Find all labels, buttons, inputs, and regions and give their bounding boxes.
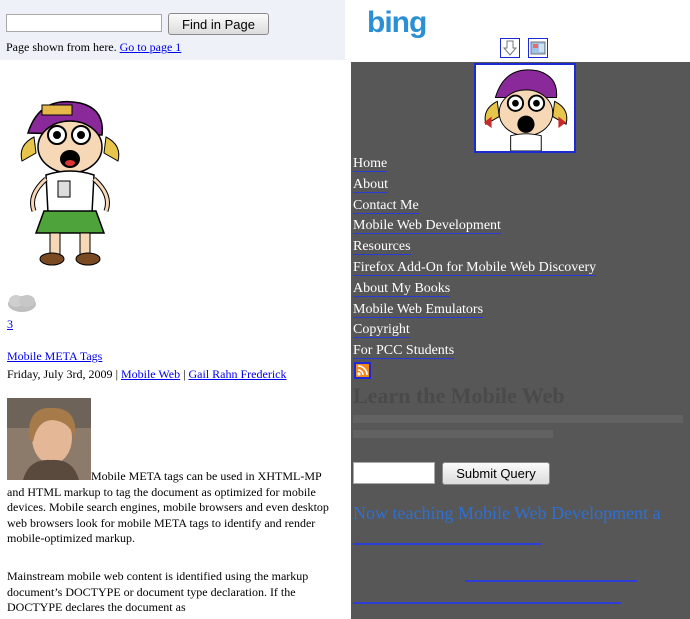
find-bar: Find in Page Page shown from here. Go to…: [0, 0, 345, 60]
meta-separator: |: [183, 367, 186, 381]
post-link-underline[interactable]: [353, 543, 541, 545]
search-input[interactable]: [353, 462, 435, 484]
meta-separator: |: [115, 367, 118, 381]
cartoon-girl-thumbnail: [474, 63, 576, 153]
nav-about[interactable]: About: [353, 176, 388, 193]
page-shown-label: Page shown from here.: [6, 40, 117, 54]
nav-home[interactable]: Home: [353, 156, 388, 172]
find-in-page-button[interactable]: Find in Page: [168, 13, 269, 35]
category-link[interactable]: Mobile Web: [121, 367, 180, 381]
nav-about-my-books[interactable]: About My Books: [353, 280, 451, 297]
nav-for-pcc-students[interactable]: For PCC Students: [353, 343, 455, 360]
comment-count-link[interactable]: 3: [7, 317, 13, 332]
tagline-line: [353, 430, 553, 438]
post-meta: Friday, July 3rd, 2009 | Mobile Web | Ga…: [7, 367, 286, 382]
submit-query-button[interactable]: Submit Query: [442, 462, 550, 485]
nav-firefox-add-on[interactable]: Firefox Add-On for Mobile Web Discovery: [353, 259, 597, 276]
post-date: Friday, July 3rd, 2009: [7, 367, 113, 381]
author-photo: [7, 398, 91, 480]
layout-toggle-icon[interactable]: [528, 38, 548, 58]
bing-logo: bing: [367, 6, 427, 39]
nav-contact-me[interactable]: Contact Me: [353, 197, 419, 214]
author-link[interactable]: Gail Rahn Frederick: [189, 367, 287, 381]
site-heading: Learn the Mobile Web: [353, 383, 565, 408]
nav-mobile-web-emulators[interactable]: Mobile Web Emulators: [353, 301, 484, 318]
tagline-line: [353, 415, 683, 423]
page-shown-text: Page shown from here. Go to page 1: [6, 40, 181, 55]
nav-mobile-web-development[interactable]: Mobile Web Development: [353, 218, 501, 235]
post-title-link[interactable]: Mobile META Tags: [7, 349, 102, 364]
main-nav: Home About Contact Me Mobile Web Develop…: [353, 155, 597, 363]
find-input[interactable]: [6, 14, 162, 32]
download-arrow-icon[interactable]: [500, 38, 520, 58]
nav-resources[interactable]: Resources: [353, 239, 411, 256]
nav-copyright[interactable]: Copyright: [353, 322, 410, 339]
post-paragraph-2: Mainstream mobile web content is identif…: [7, 569, 309, 614]
go-to-page-link[interactable]: Go to page 1: [120, 40, 182, 54]
post-paragraph-1: Mobile META tags can be used in XHTML-MP…: [7, 469, 329, 545]
teaching-heading[interactable]: Now teaching Mobile Web Development a: [353, 503, 661, 524]
post-link-underline[interactable]: [353, 602, 621, 604]
post-link-underline[interactable]: [465, 580, 637, 582]
comment-cloud-icon: [8, 295, 36, 312]
rss-feed-icon[interactable]: [354, 362, 371, 379]
cartoon-girl-image: [20, 100, 120, 266]
